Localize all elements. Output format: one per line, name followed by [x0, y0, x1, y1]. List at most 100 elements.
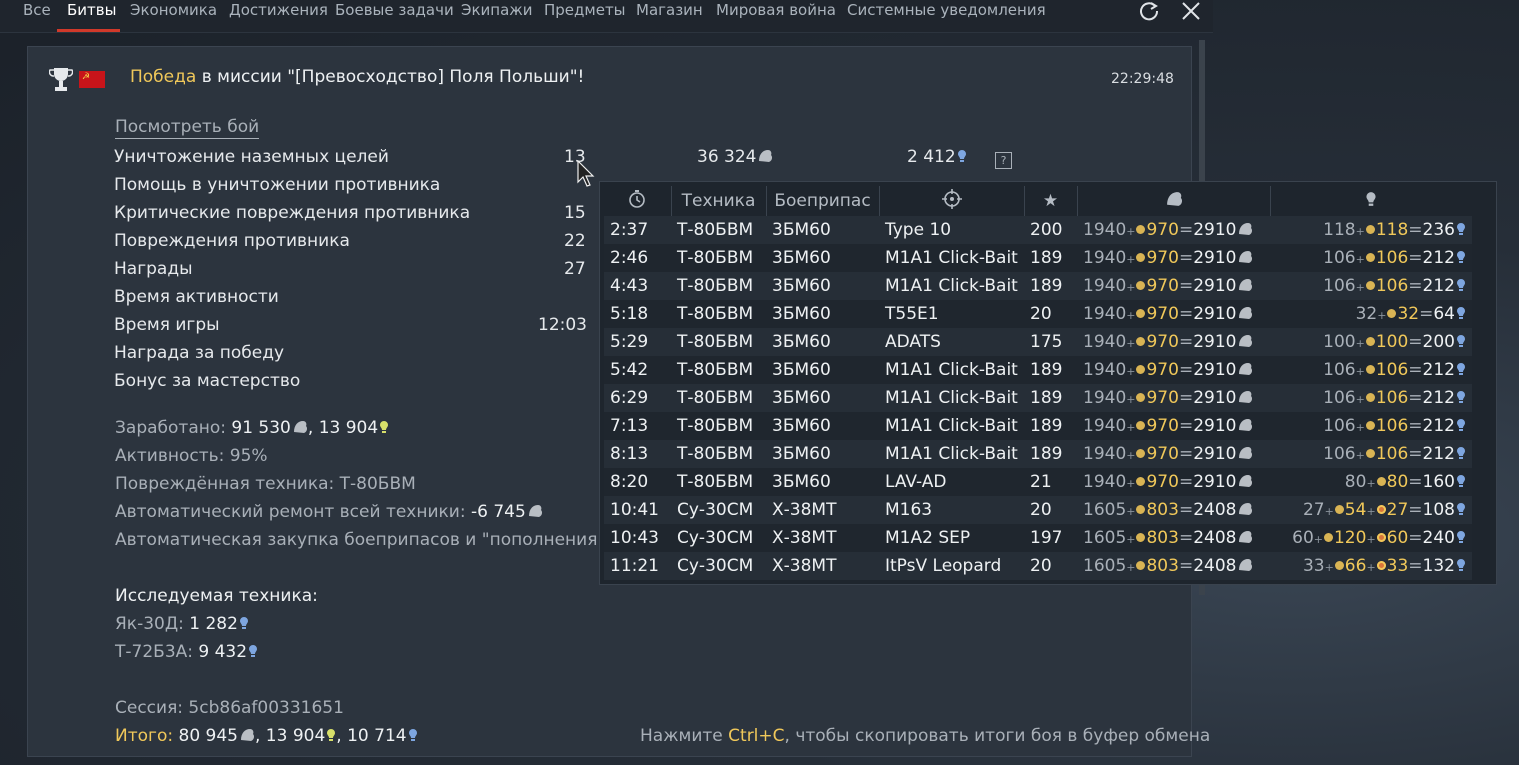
cell-target: LAV-AD: [879, 468, 1024, 496]
research-bulb-icon: [239, 617, 248, 629]
tab-all[interactable]: Все: [23, 1, 51, 19]
stat-count-critical: 15: [564, 203, 586, 223]
cell-ammo: 3БМ60: [766, 244, 879, 272]
silver-lion-icon: [1077, 186, 1271, 216]
research-bulb-icon: [1457, 307, 1465, 319]
silver-lion-icon: [1239, 447, 1253, 459]
cell-vehicle: Т-80БВМ: [671, 468, 766, 496]
cell-points: 189: [1024, 272, 1077, 300]
cell-research: 106+ 106=212: [1270, 384, 1472, 412]
cell-silver: 1605+ 803=2408: [1077, 524, 1270, 552]
cell-research: 106+ 106=212: [1270, 244, 1472, 272]
research-bulb-icon: [1457, 335, 1465, 347]
cell-time: 5:42: [604, 356, 671, 384]
tab-achievements[interactable]: Достижения: [229, 1, 328, 19]
mouse-cursor-icon: [577, 159, 597, 192]
premium-bonus-icon: [1136, 225, 1146, 234]
table-row: 5:29 Т-80БВМ 3БМ60 ADATS 175 1940+ 970=2910 100…: [604, 328, 1472, 356]
help-icon[interactable]: ?: [995, 149, 1012, 169]
silver-lion-icon: [1239, 419, 1253, 431]
ussr-flag-icon: ☭: [79, 71, 105, 88]
stat-label-game-time: Время игры: [114, 315, 220, 335]
cell-ammo: Х-38МТ: [766, 552, 879, 580]
cell-ammo: 3БМ60: [766, 412, 879, 440]
clock-icon: [604, 186, 672, 216]
stat-rp-ground-kills: 2 412: [907, 147, 967, 167]
premium-bonus-icon: [1334, 505, 1344, 514]
cell-points: 20: [1024, 300, 1077, 328]
table-row: 10:43 Су-30СМ Х-38МТ M1A2 SEP 197 1605+ 803=24…: [604, 524, 1472, 552]
total-line: Итого: 80 945, 13 904, 10 714: [115, 726, 418, 746]
cell-time: 5:29: [604, 328, 671, 356]
research-bulb-icon: [1270, 186, 1472, 216]
research-bulb-icon: [1457, 223, 1465, 235]
cell-research: 32+ 32=64: [1270, 300, 1472, 328]
tab-shop[interactable]: Магазин: [636, 1, 703, 19]
cell-silver: 1940+ 970=2910: [1077, 216, 1270, 244]
table-row: 2:46 Т-80БВМ 3БМ60 M1A1 Click-Bait 189 1940+ 9…: [604, 244, 1472, 272]
close-icon[interactable]: [1176, 0, 1206, 26]
silver-lion-icon: [293, 421, 307, 433]
cell-vehicle: Т-80БВМ: [671, 272, 766, 300]
table-row: 5:18 Т-80БВМ 3БМ60 T55E1 20 1940+ 970=2910 32+ 3…: [604, 300, 1472, 328]
cell-target: ADATS: [879, 328, 1024, 356]
premium-bonus-icon: [1365, 225, 1375, 234]
star-icon: ★: [1024, 186, 1078, 216]
cell-time: 10:41: [604, 496, 671, 524]
stat-label-ground-kills: Уничтожение наземных целей: [114, 147, 389, 167]
stat-label-victory-reward: Награда за победу: [114, 343, 285, 363]
research-item-t72: Т-72Б3А: 9 432: [115, 642, 258, 662]
table-row: 11:21 Су-30СМ Х-38МТ ItPsV Leopard 20 1605+ 80…: [604, 552, 1472, 580]
cell-target: M163: [879, 496, 1024, 524]
research-bulb-icon: [1457, 559, 1465, 571]
tab-world-war[interactable]: Мировая война: [716, 1, 836, 19]
table-row: 8:20 Т-80БВМ 3БМ60 LAV-AD 21 1940+ 970=2910 80+…: [604, 468, 1472, 496]
premium-bonus-icon: [1365, 365, 1375, 374]
cell-target: Type 10: [879, 216, 1024, 244]
premium-bonus-icon: [1387, 309, 1397, 318]
view-battle-link[interactable]: Посмотреть бой: [115, 117, 260, 139]
cell-target: M1A2 SEP: [879, 524, 1024, 552]
tab-battles[interactable]: Битвы: [67, 1, 116, 19]
premium-bonus-icon: [1323, 533, 1333, 542]
silver-lion-icon: [1239, 279, 1253, 291]
cell-time: 10:43: [604, 524, 671, 552]
session-line: Сессия: 5cb86af00331651: [115, 698, 344, 718]
cell-ammo: Х-38МТ: [766, 524, 879, 552]
refresh-icon[interactable]: [1134, 0, 1164, 26]
tab-economy[interactable]: Экономика: [130, 1, 217, 19]
stat-label-assists: Помощь в уничтожении противника: [114, 175, 441, 195]
table-row: 10:41 Су-30СМ Х-38МТ M163 20 1605+ 803=2408 27+…: [604, 496, 1472, 524]
premium-bonus-icon: [1136, 253, 1146, 262]
cell-points: 189: [1024, 356, 1077, 384]
stat-count-awards: 27: [564, 259, 586, 279]
activity-line: Активность: 95%: [115, 446, 268, 466]
active-tab-indicator: [57, 29, 120, 32]
cell-ammo: 3БМ60: [766, 300, 879, 328]
cell-points: 21: [1024, 468, 1077, 496]
cell-vehicle: Т-80БВМ: [671, 244, 766, 272]
cell-vehicle: Т-80БВМ: [671, 300, 766, 328]
table-row: 4:43 Т-80БВМ 3БМ60 M1A1 Click-Bait 189 1940+ 9…: [604, 272, 1472, 300]
cell-research: 106+ 106=212: [1270, 440, 1472, 468]
tab-crews[interactable]: Экипажи: [461, 1, 533, 19]
cell-time: 2:37: [604, 216, 671, 244]
research-bulb-icon: [957, 150, 966, 162]
tab-items[interactable]: Предметы: [544, 1, 626, 19]
cell-points: 20: [1024, 552, 1077, 580]
cell-time: 7:13: [604, 412, 671, 440]
cell-silver: 1940+ 970=2910: [1077, 328, 1270, 356]
booster-bonus-icon: [1376, 561, 1386, 570]
earned-line: Заработано: 91 530, 13 904: [115, 418, 389, 438]
cell-vehicle: Т-80БВМ: [671, 440, 766, 468]
ammo-purchase-line: Автоматическая закупка боеприпасов и "по…: [115, 530, 623, 550]
premium-bonus-icon: [1365, 281, 1375, 290]
cell-time: 11:21: [604, 552, 671, 580]
cell-target: M1A1 Click-Bait: [879, 412, 1024, 440]
silver-lion-icon: [759, 150, 773, 162]
premium-bonus-icon: [1136, 337, 1146, 346]
cell-silver: 1940+ 970=2910: [1077, 244, 1270, 272]
tab-system-notifications[interactable]: Системные уведомления: [847, 1, 1046, 19]
tab-battle-tasks[interactable]: Боевые задачи: [335, 1, 454, 19]
stat-label-activity-time: Время активности: [114, 287, 279, 307]
